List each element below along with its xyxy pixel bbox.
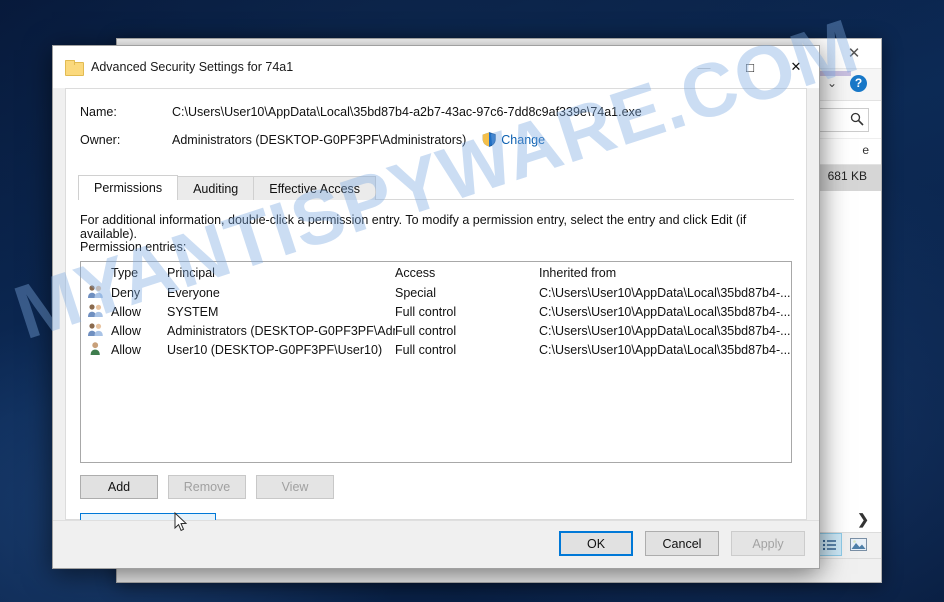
dialog-footer: OK Cancel Apply bbox=[53, 520, 819, 568]
info-text: For additional information, double-click… bbox=[80, 213, 747, 241]
mouse-cursor bbox=[174, 511, 188, 533]
dialog-content: Name: C:\Users\User10\AppData\Local\35bd… bbox=[65, 88, 807, 539]
permission-entries-list[interactable]: Type Principal Access Inherited from Den… bbox=[80, 261, 792, 463]
cancel-button[interactable]: Cancel bbox=[645, 531, 719, 556]
explorer-view-buttons bbox=[817, 533, 871, 556]
entry-action-buttons: Add Remove View bbox=[80, 475, 334, 499]
group-icon bbox=[81, 303, 111, 321]
user-icon bbox=[81, 341, 111, 359]
cell-principal: Administrators (DESKTOP-G0PF3PF\Admini..… bbox=[167, 323, 395, 338]
name-row: Name: C:\Users\User10\AppData\Local\35bd… bbox=[66, 105, 806, 119]
owner-label: Owner: bbox=[80, 132, 121, 147]
desktop: ✕ ⌄ ? c-... e 681 KB 1 item 1 i bbox=[0, 0, 944, 602]
cell-principal: Everyone bbox=[167, 285, 220, 300]
tab-auditing-label: Auditing bbox=[193, 181, 239, 196]
scroll-right-arrow-icon[interactable]: ❯ bbox=[857, 511, 869, 528]
table-row[interactable]: Allow SYSTEM Full control C:\Users\User1… bbox=[81, 302, 791, 321]
cell-access: Full control bbox=[395, 323, 457, 338]
large-icons-view-button[interactable] bbox=[846, 533, 871, 556]
group-icon bbox=[81, 322, 111, 340]
cell-inherited-from: C:\Users\User10\AppData\Local\35bd87b4-.… bbox=[539, 304, 791, 319]
column-header-access[interactable]: Access bbox=[395, 266, 539, 280]
tab-effective-access[interactable]: Effective Access bbox=[253, 176, 377, 200]
cell-type: Allow bbox=[111, 304, 141, 319]
cell-access: Special bbox=[395, 285, 436, 300]
remove-button: Remove bbox=[168, 475, 246, 499]
owner-row: Owner: Administrators (DESKTOP-G0PF3PF\A… bbox=[66, 132, 806, 147]
tab-permissions[interactable]: Permissions bbox=[78, 175, 179, 200]
cell-inherited-from: C:\Users\User10\AppData\Local\35bd87b4-.… bbox=[539, 342, 791, 357]
cell-access: Full control bbox=[395, 342, 457, 357]
close-icon[interactable]: ✕ bbox=[773, 46, 819, 88]
tab-effective-access-label: Effective Access bbox=[269, 181, 361, 196]
name-value: C:\Users\User10\AppData\Local\35bd87b4-a… bbox=[172, 105, 642, 119]
maximize-icon[interactable]: □ bbox=[727, 46, 773, 88]
cell-inherited-from: C:\Users\User10\AppData\Local\35bd87b4-.… bbox=[539, 285, 791, 300]
tab-bar: Permissions Auditing Effective Access bbox=[78, 175, 806, 200]
table-header-row: Type Principal Access Inherited from bbox=[81, 262, 791, 283]
permission-entries-label: Permission entries: bbox=[80, 240, 187, 254]
table-row[interactable]: Allow User10 (DESKTOP-G0PF3PF\User10) Fu… bbox=[81, 340, 791, 359]
change-owner-link[interactable]: Change bbox=[501, 133, 545, 147]
search-icon bbox=[850, 112, 864, 126]
explorer-close-icon[interactable]: ✕ bbox=[841, 45, 867, 63]
advanced-security-settings-dialog[interactable]: Advanced Security Settings for 74a1 — □ … bbox=[52, 45, 820, 569]
apply-button: Apply bbox=[731, 531, 805, 556]
help-icon[interactable]: ? bbox=[850, 75, 867, 92]
uac-shield-icon bbox=[482, 132, 496, 147]
dialog-footer-buttons: OK Cancel Apply bbox=[559, 531, 805, 556]
tab-auditing[interactable]: Auditing bbox=[177, 176, 255, 200]
table-row[interactable]: Allow Administrators (DESKTOP-G0PF3PF\Ad… bbox=[81, 321, 791, 340]
column-header-inherited-from[interactable]: Inherited from bbox=[539, 266, 791, 280]
group-icon bbox=[81, 284, 111, 302]
column-header-principal[interactable]: Principal bbox=[167, 266, 395, 280]
dialog-title: Advanced Security Settings for 74a1 bbox=[91, 60, 294, 74]
folder-icon bbox=[65, 60, 84, 76]
table-row[interactable]: Deny Everyone Special C:\Users\User10\Ap… bbox=[81, 283, 791, 302]
chevron-down-icon[interactable]: ⌄ bbox=[827, 76, 837, 90]
column-header-size[interactable]: e bbox=[862, 143, 869, 157]
window-controls: — □ ✕ bbox=[681, 46, 819, 88]
cell-type: Allow bbox=[111, 342, 141, 357]
cell-access: Full control bbox=[395, 304, 457, 319]
cell-type: Deny bbox=[111, 285, 141, 300]
cell-inherited-from: C:\Users\User10\AppData\Local\35bd87b4-.… bbox=[539, 323, 791, 338]
column-header-type[interactable]: Type bbox=[111, 266, 167, 280]
file-size: 681 KB bbox=[827, 169, 867, 183]
minimize-icon[interactable]: — bbox=[681, 46, 727, 88]
owner-value: Administrators (DESKTOP-G0PF3PF\Administ… bbox=[172, 132, 467, 147]
cell-principal: SYSTEM bbox=[167, 304, 219, 319]
cell-principal: User10 (DESKTOP-G0PF3PF\User10) bbox=[167, 342, 383, 357]
view-button: View bbox=[256, 475, 334, 499]
details-view-button[interactable] bbox=[817, 533, 842, 556]
name-label: Name: bbox=[80, 105, 117, 119]
add-button[interactable]: Add bbox=[80, 475, 158, 499]
ok-button[interactable]: OK bbox=[559, 531, 633, 556]
tab-permissions-label: Permissions bbox=[94, 181, 163, 195]
cell-type: Allow bbox=[111, 323, 141, 338]
